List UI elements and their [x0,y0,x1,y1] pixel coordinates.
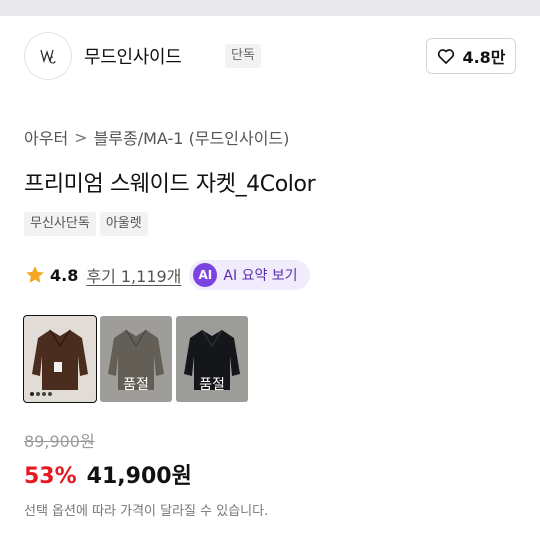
review-count-link[interactable]: 후기 1,119개 [86,263,181,287]
sold-out-label: 품절 [199,377,225,393]
thumbnail-gray[interactable]: 품절 [100,316,172,402]
like-button[interactable]: 4.8만 [426,38,516,74]
ai-summary-button[interactable]: AI AI 요약 보기 [189,260,310,290]
thumbnail-black[interactable]: 품절 [176,316,248,402]
exclusive-badge: 단독 [225,44,261,68]
star-icon [26,266,44,283]
product-tags: 무신사단독 아울렛 [24,212,148,236]
breadcrumb-separator: > [74,127,88,147]
brand-name[interactable]: 무드인사이드 [84,43,182,69]
price-row: 53% 41,900원 [24,458,192,490]
image-pager-dots [30,392,52,396]
sold-out-label: 품절 [123,377,149,393]
rating-row: 4.8 후기 1,119개 AI AI 요약 보기 [24,260,310,290]
jacket-image-brown [24,316,96,402]
breadcrumb: 아우터 > 블루종/MA-1 (무드인사이드) [24,124,289,150]
thumbnail-brown[interactable] [23,315,97,403]
color-thumbnails: 품절 품절 [23,315,248,403]
top-strip [0,0,540,16]
like-count: 4.8만 [462,48,506,67]
sale-price: 41,900원 [86,464,192,489]
breadcrumb-category[interactable]: 아우터 [24,125,68,149]
brand-row: 무드인사이드 단독 4.8만 [24,30,516,82]
tag-exclusive[interactable]: 무신사단독 [24,212,96,236]
product-title: 프리미엄 스웨이드 자켓_4Color [24,172,316,197]
heart-outline-icon [438,49,455,64]
ai-icon: AI [193,263,218,287]
ai-summary-label: AI 요약 보기 [223,268,298,284]
brand-logo-mark [40,49,56,64]
price-notice: 선택 옵션에 따라 가격이 달라질 수 있습니다. [24,504,269,519]
original-price: 89,900원 [24,432,95,451]
rating-value: 4.8 [50,265,79,285]
discount-rate: 53% [24,464,77,489]
breadcrumb-subcategory[interactable]: 블루종/MA-1 (무드인사이드) [94,125,290,149]
tag-outlet[interactable]: 아울렛 [99,212,148,236]
brand-logo[interactable] [24,32,72,80]
